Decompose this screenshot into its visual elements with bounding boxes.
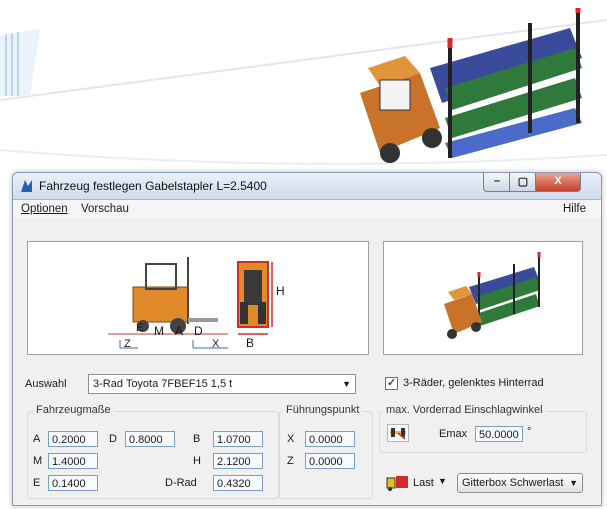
- wheel-angle-icon: [390, 428, 406, 440]
- emax-field[interactable]: 50.0000: [475, 426, 523, 442]
- maximize-button[interactable]: ▢: [509, 173, 537, 192]
- auswahl-select[interactable]: 3-Rad Toyota 7FBEF15 1,5 t ▼: [88, 374, 356, 394]
- menu-hilfe[interactable]: Hilfe: [563, 203, 586, 215]
- vehicle-3d-preview: [383, 241, 583, 355]
- field-a[interactable]: 0.2000: [48, 431, 98, 447]
- fuehrungspunkt-title: Führungspunkt: [283, 404, 363, 416]
- maximize-icon: ▢: [517, 176, 529, 188]
- last-button[interactable]: [385, 474, 411, 492]
- field-b[interactable]: 1.0700: [213, 431, 263, 447]
- dim-label-d: D: [194, 324, 203, 338]
- dim-label-x: X: [212, 338, 220, 350]
- field-x[interactable]: 0.0000: [305, 431, 355, 447]
- label-e: E: [33, 477, 41, 489]
- dim-label-m: M: [154, 324, 164, 338]
- auswahl-label: Auswahl: [25, 378, 67, 390]
- forklift-preview-image: [444, 252, 541, 339]
- title-bar[interactable]: Fahrzeug festlegen Gabelstapler L=2.5400…: [13, 173, 601, 200]
- field-e[interactable]: 0.1400: [48, 475, 98, 491]
- chevron-down-icon: ▼: [569, 478, 578, 488]
- background-stripes: [0, 28, 40, 96]
- menu-optionen[interactable]: Optionen: [21, 203, 68, 215]
- dim-label-h: H: [276, 284, 285, 298]
- label-m: M: [33, 455, 43, 467]
- close-icon: X: [554, 175, 562, 187]
- three-wheel-checkbox[interactable]: ✓: [385, 377, 398, 390]
- einschlag-title: max. Vorderrad Einschlagwinkel: [383, 404, 546, 416]
- field-d[interactable]: 0.8000: [125, 431, 175, 447]
- field-m[interactable]: 1.4000: [48, 453, 98, 469]
- wheel-angle-button[interactable]: [387, 424, 409, 442]
- dialog-window: Fahrzeug festlegen Gabelstapler L=2.5400…: [12, 172, 602, 506]
- dim-label-z: Z: [124, 338, 131, 350]
- forklift-3d-image: [360, 8, 582, 163]
- checkmark-icon: ✓: [387, 377, 397, 389]
- load-icon: [386, 476, 408, 491]
- label-d-rad: D-Rad: [165, 477, 197, 489]
- label-b: B: [193, 433, 201, 445]
- emax-label: Emax: [439, 428, 468, 440]
- menu-vorschau[interactable]: Vorschau: [81, 203, 129, 215]
- last-select-value: Gitterbox Schwerlast: [462, 477, 564, 489]
- close-button[interactable]: X: [535, 173, 581, 192]
- forklift-app-icon: [21, 180, 32, 192]
- dim-label-b: B: [246, 336, 255, 350]
- three-wheel-label: 3-Räder, gelenktes Hinterrad: [403, 377, 544, 389]
- field-d-rad[interactable]: 0.4320: [213, 475, 263, 491]
- window-title: Fahrzeug festlegen Gabelstapler L=2.5400: [39, 179, 267, 193]
- field-z[interactable]: 0.0000: [305, 453, 355, 469]
- dim-label-e: E: [136, 322, 144, 334]
- fahrzeugmasse-title: Fahrzeugmaße: [33, 404, 114, 416]
- label-z: Z: [287, 455, 294, 467]
- label-a: A: [33, 433, 41, 445]
- chevron-down-icon: ▼: [342, 379, 351, 389]
- minimize-button[interactable]: –: [483, 173, 511, 192]
- label-x: X: [287, 433, 295, 445]
- auswahl-value: 3-Rad Toyota 7FBEF15 1,5 t: [93, 378, 233, 390]
- field-h[interactable]: 2.1200: [213, 453, 263, 469]
- last-dropdown-icon[interactable]: ▼: [438, 476, 447, 486]
- last-label[interactable]: Last: [413, 477, 434, 489]
- label-d: D: [109, 433, 117, 445]
- menu-bar: Optionen Vorschau Hilfe: [13, 200, 601, 218]
- dimension-diagram: H B Z E M A D X: [27, 241, 369, 355]
- label-h: H: [193, 455, 201, 467]
- dim-label-a: A: [175, 324, 184, 338]
- emax-unit: °: [527, 426, 532, 438]
- last-select[interactable]: Gitterbox Schwerlast ▼: [457, 473, 583, 493]
- minimize-icon: –: [493, 175, 501, 187]
